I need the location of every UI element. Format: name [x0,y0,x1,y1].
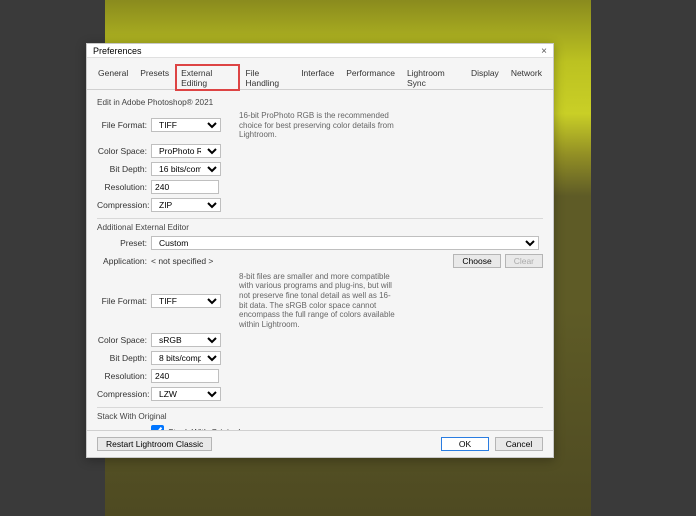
clear-button[interactable]: Clear [505,254,543,268]
color-space-select-1[interactable]: ProPhoto RGB [151,144,221,158]
close-icon[interactable]: × [539,46,549,56]
bit-depth-select-2[interactable]: 8 bits/component [151,351,221,365]
file-format-select-2[interactable]: TIFF [151,294,221,308]
tab-external-editing[interactable]: External Editing [176,65,238,90]
tab-performance[interactable]: Performance [341,65,400,90]
tab-presets[interactable]: Presets [135,65,174,90]
choose-button[interactable]: Choose [453,254,500,268]
tab-network[interactable]: Network [506,65,547,90]
file-format-label-1: File Format: [97,120,151,130]
application-label: Application: [97,256,151,266]
body: Edit in Adobe Photoshop® 2021 File Forma… [87,90,553,430]
titlebar: Preferences × [87,44,553,58]
file-format-label-2: File Format: [97,296,151,306]
ok-button[interactable]: OK [441,437,489,451]
compression-label-1: Compression: [97,200,151,210]
compression-select-1[interactable]: ZIP [151,198,221,212]
application-value: < not specified > [151,256,453,266]
tab-interface[interactable]: Interface [296,65,339,90]
color-space-select-2[interactable]: sRGB [151,333,221,347]
section-additional-heading: Additional External Editor [97,223,543,232]
hint-2: 8-bit files are smaller and more compati… [239,272,399,330]
tab-general[interactable]: General [93,65,133,90]
resolution-label-1: Resolution: [97,182,151,192]
footer: Restart Lightroom Classic OK Cancel [87,430,553,457]
bit-depth-select-1[interactable]: 16 bits/component [151,162,221,176]
restart-button[interactable]: Restart Lightroom Classic [97,437,212,451]
divider [97,218,543,219]
tab-display[interactable]: Display [466,65,504,90]
preset-select[interactable]: Custom [151,236,539,250]
tabs: General Presets External Editing File Ha… [87,58,553,90]
bit-depth-label-1: Bit Depth: [97,164,151,174]
resolution-input-2[interactable] [151,369,219,383]
resolution-label-2: Resolution: [97,371,151,381]
color-space-label-2: Color Space: [97,335,151,345]
hint-1: 16-bit ProPhoto RGB is the recommended c… [239,111,399,140]
preferences-dialog: Preferences × General Presets External E… [86,43,554,458]
compression-select-2[interactable]: LZW [151,387,221,401]
divider [97,407,543,408]
file-format-select-1[interactable]: TIFF [151,118,221,132]
bit-depth-label-2: Bit Depth: [97,353,151,363]
tab-file-handling[interactable]: File Handling [241,65,295,90]
resolution-input-1[interactable] [151,180,219,194]
color-space-label-1: Color Space: [97,146,151,156]
compression-label-2: Compression: [97,389,151,399]
cancel-button[interactable]: Cancel [495,437,543,451]
tab-lightroom-sync[interactable]: Lightroom Sync [402,65,464,90]
section-ps-heading: Edit in Adobe Photoshop® 2021 [97,98,543,107]
preset-label: Preset: [97,238,151,248]
stack-heading: Stack With Original [97,412,543,421]
dialog-title: Preferences [93,46,142,56]
